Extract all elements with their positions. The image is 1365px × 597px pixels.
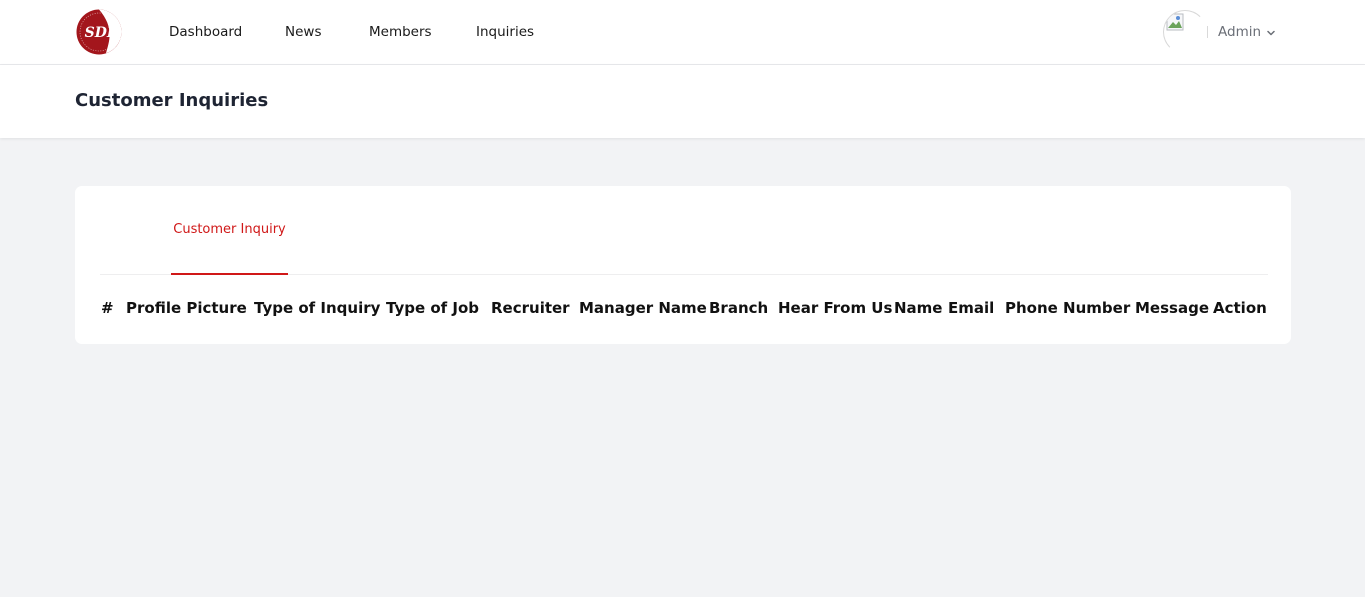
column-header-email: Email	[948, 299, 995, 317]
user-avatar[interactable]	[1163, 10, 1207, 54]
user-name: Admin	[1218, 24, 1262, 40]
column-header-recruiter: Recruiter	[491, 299, 570, 317]
nav-news[interactable]: News	[285, 0, 321, 64]
column-header-manager-name: Manager Name	[579, 299, 707, 317]
chevron-down-icon	[1267, 30, 1275, 36]
page-header: Customer Inquiries	[0, 65, 1365, 138]
tab-customer-inquiry[interactable]: Customer Inquiry	[171, 186, 288, 275]
nav-members[interactable]: Members	[369, 0, 432, 64]
logo-emblem-icon: SDI	[76, 9, 122, 55]
logo-text: SDI	[85, 25, 114, 41]
user-menu-toggle[interactable]: Admin	[1218, 0, 1277, 64]
column-header-phone-number: Phone Number	[1005, 299, 1131, 317]
nav-inquiries[interactable]: Inquiries	[476, 0, 534, 64]
table-header: # Profile Picture Type of Inquiry Type o…	[75, 294, 1291, 322]
page-title: Customer Inquiries	[75, 90, 269, 111]
broken-image-icon	[1166, 13, 1184, 31]
column-header-message: Message	[1135, 299, 1209, 317]
column-header-number: #	[101, 299, 114, 317]
company-logo[interactable]: SDI	[75, 8, 123, 56]
inquiries-card: Customer Inquiry # Profile Picture Type …	[75, 186, 1291, 344]
nav-dashboard[interactable]: Dashboard	[169, 0, 242, 64]
column-header-action: Action	[1213, 299, 1267, 317]
column-header-profile-picture: Profile Picture	[126, 299, 247, 317]
tab-bar: Customer Inquiry	[100, 186, 1268, 275]
column-header-hear-from-us: Hear From Us	[778, 299, 893, 317]
top-navbar: SDI Dashboard News Members Inquiries Adm…	[0, 0, 1365, 65]
column-header-name: Name	[894, 299, 943, 317]
column-header-branch: Branch	[709, 299, 769, 317]
column-header-type-of-inquiry: Type of Inquiry	[254, 299, 381, 317]
user-divider	[1207, 26, 1208, 38]
column-header-type-of-job: Type of Job	[386, 299, 480, 317]
